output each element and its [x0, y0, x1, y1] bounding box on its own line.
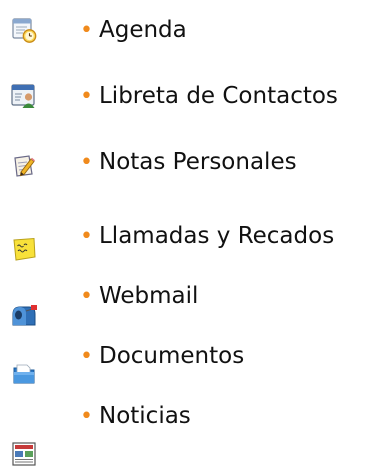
bullet-icon: • — [80, 404, 93, 429]
menu-item-label: • Llamadas y Recados — [80, 223, 335, 249]
note-pencil-icon — [10, 152, 38, 180]
menu-item-webmail[interactable]: • Webmail — [0, 276, 373, 332]
sticky-note-icon — [10, 236, 38, 264]
bullet-icon: • — [80, 150, 93, 175]
app-menu: • Agenda • Libreta de Contactos • Notas … — [0, 0, 373, 470]
menu-item-documentos[interactable]: • Documentos — [0, 336, 373, 392]
menu-item-label: • Libreta de Contactos — [80, 83, 338, 109]
bullet-icon: • — [80, 84, 93, 109]
menu-item-libreta-de-contactos[interactable]: • Libreta de Contactos — [0, 70, 373, 126]
menu-item-agenda[interactable]: • Agenda — [0, 2, 373, 58]
menu-item-label: • Webmail — [80, 283, 199, 309]
calendar-clock-icon — [10, 16, 38, 44]
contact-card-icon — [10, 82, 38, 110]
bullet-icon: • — [80, 18, 93, 43]
menu-item-noticias[interactable]: • Noticias — [0, 398, 373, 466]
menu-item-label: • Documentos — [80, 343, 245, 369]
newspaper-icon — [10, 440, 38, 468]
bullet-icon: • — [80, 344, 93, 369]
mailbox-icon — [10, 302, 38, 330]
menu-item-label: • Agenda — [80, 17, 187, 43]
bullet-icon: • — [80, 224, 93, 249]
menu-item-label: • Noticias — [80, 403, 191, 429]
folder-icon — [10, 360, 38, 388]
menu-item-llamadas-y-recados[interactable]: • Llamadas y Recados — [0, 208, 373, 264]
menu-item-label: • Notas Personales — [80, 149, 297, 175]
bullet-icon: • — [80, 284, 93, 309]
menu-item-notas-personales[interactable]: • Notas Personales — [0, 138, 373, 194]
